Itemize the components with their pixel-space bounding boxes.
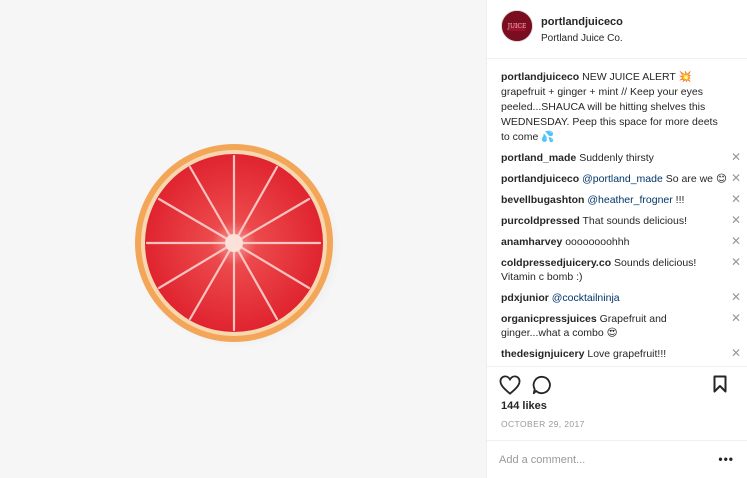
action-bar — [487, 366, 747, 400]
header-location[interactable]: Portland Juice Co. — [541, 33, 623, 44]
comment-username[interactable]: pdxjunior — [501, 292, 549, 304]
comment-username[interactable]: organicpressjuices — [501, 313, 597, 325]
post-panel: JUICE portlandjuiceco Portland Juice Co.… — [486, 0, 747, 478]
likes-count[interactable]: 144 likes — [501, 400, 547, 412]
comment-username[interactable]: portlandjuiceco — [501, 173, 579, 185]
comment-item: thedesignjuicery Love grapefruit!!! ✕ — [501, 347, 741, 361]
comment-item: portland_made Suddenly thirsty ✕ — [501, 151, 741, 165]
close-icon[interactable]: ✕ — [731, 214, 741, 227]
close-icon[interactable]: ✕ — [731, 312, 741, 325]
avatar-logo-text: JUICE — [507, 23, 527, 30]
post-header: JUICE portlandjuiceco Portland Juice Co. — [487, 0, 747, 59]
comment-text: Love grapefruit!!! — [587, 348, 667, 360]
comment-text: oooooooohhh — [565, 236, 630, 248]
close-icon[interactable]: ✕ — [731, 193, 741, 206]
post-date: OCTOBER 29, 2017 — [501, 419, 585, 429]
comment-icon[interactable] — [532, 375, 552, 398]
grapefruit-image — [134, 144, 342, 348]
post-photo[interactable] — [0, 0, 486, 478]
comment-item: bevellbugashton @heather_frogner !!! ✕ — [501, 193, 741, 207]
close-icon[interactable]: ✕ — [731, 151, 741, 164]
comment-text: !!! — [675, 194, 685, 206]
bookmark-icon[interactable] — [713, 375, 727, 396]
comment-text: So are we 😊 — [665, 173, 727, 185]
add-comment-bar: ••• — [487, 440, 747, 478]
comment-text: That sounds delicious! — [582, 215, 687, 227]
comment-input[interactable] — [499, 451, 709, 469]
comment-item: pdxjunior @cocktailninja ✕ — [501, 291, 741, 305]
comment-item: organicpressjuices Grapefruit and ginger… — [501, 312, 741, 340]
comment-username[interactable]: purcoldpressed — [501, 215, 580, 227]
more-options-icon[interactable]: ••• — [718, 452, 734, 466]
comment-username[interactable]: thedesignjuicery — [501, 348, 584, 360]
comment-text: Suddenly thirsty — [579, 152, 654, 164]
caption-username[interactable]: portlandjuiceco — [501, 71, 579, 83]
comment-username[interactable]: portland_made — [501, 152, 576, 164]
heart-icon[interactable] — [499, 375, 521, 398]
comment-item: purcoldpressed That sounds delicious! ✕ — [501, 214, 741, 228]
comment-username[interactable]: bevellbugashton — [501, 194, 584, 206]
comment-mention[interactable]: @portland_made — [582, 173, 663, 185]
comment-mention[interactable]: @cocktailninja — [552, 292, 620, 304]
caption: portlandjuiceco NEW JUICE ALERT 💥 grapef… — [501, 70, 727, 145]
comment-item: coldpressedjuicery.co Sounds delicious! … — [501, 256, 741, 284]
avatar[interactable]: JUICE — [501, 10, 533, 42]
close-icon[interactable]: ✕ — [731, 291, 741, 304]
close-icon[interactable]: ✕ — [731, 235, 741, 248]
comment-item: anamharvey oooooooohhh ✕ — [501, 235, 741, 249]
close-icon[interactable]: ✕ — [731, 347, 741, 360]
close-icon[interactable]: ✕ — [731, 256, 741, 269]
comment-mention[interactable]: @heather_frogner — [587, 194, 672, 206]
comment-username[interactable]: coldpressedjuicery.co — [501, 257, 611, 269]
comments-list: portlandjuiceco NEW JUICE ALERT 💥 grapef… — [501, 70, 741, 368]
comment-username[interactable]: anamharvey — [501, 236, 562, 248]
close-icon[interactable]: ✕ — [731, 172, 741, 185]
header-username[interactable]: portlandjuiceco — [541, 16, 623, 28]
comment-item: portlandjuiceco @portland_made So are we… — [501, 172, 741, 186]
